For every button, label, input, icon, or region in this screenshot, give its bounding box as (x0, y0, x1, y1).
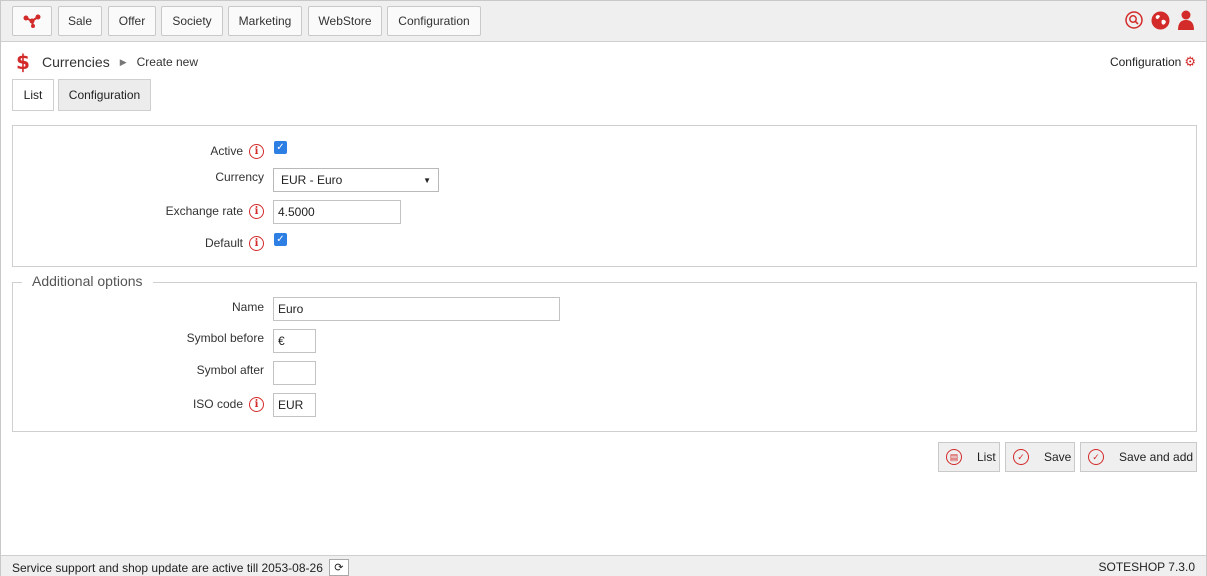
home-logo-button[interactable] (12, 6, 52, 36)
info-icon[interactable]: i (249, 203, 264, 219)
nav-marketing[interactable]: Marketing (228, 6, 302, 36)
symbol-before-label: Symbol before (186, 331, 264, 345)
currency-label: Currency (215, 170, 264, 184)
gear-icon: ⚙ (1184, 54, 1196, 69)
iso-code-label: ISO code (192, 397, 243, 411)
check-icon: ✓ (1088, 449, 1104, 465)
symbol-after-label: Symbol after (196, 363, 264, 377)
nav-offer[interactable]: Offer (108, 6, 156, 36)
page-title[interactable]: Currencies (42, 54, 110, 70)
additional-options-legend: Additional options (22, 273, 153, 289)
active-checkbox[interactable]: ✓ (274, 141, 287, 154)
save-button[interactable]: ✓ Save (1005, 442, 1075, 472)
status-footer: Service support and shop update are acti… (1, 555, 1206, 576)
active-label: Active (210, 144, 243, 158)
top-right-icons (1124, 9, 1196, 31)
globe-icon[interactable] (1150, 9, 1170, 31)
symbol-after-input[interactable] (273, 361, 316, 385)
check-icon: ✓ (1013, 449, 1029, 465)
footer-status: Service support and shop update are acti… (12, 559, 349, 576)
info-icon[interactable]: i (249, 235, 264, 251)
symbol-before-input[interactable]: € (273, 329, 316, 353)
save-button-label: Save (1044, 450, 1072, 464)
currency-select-value: EUR - Euro (281, 173, 343, 187)
nav-society[interactable]: Society (161, 6, 223, 36)
iso-code-label-row: ISO code i (101, 395, 264, 413)
page-subtitle: Create new (136, 55, 198, 69)
active-label-row: Active i (101, 142, 264, 160)
info-icon[interactable]: i (249, 396, 264, 412)
user-icon[interactable] (1176, 9, 1196, 31)
top-navbar: Sale Offer Society Marketing WebStore Co… (1, 1, 1206, 42)
iso-code-input[interactable]: EUR (273, 393, 316, 417)
list-button[interactable]: ▤ List (938, 442, 1000, 472)
chevron-down-icon: ▼ (423, 175, 431, 185)
refresh-icon[interactable]: ⟳ (328, 559, 349, 576)
nav-webstore[interactable]: WebStore (308, 6, 382, 36)
search-icon[interactable] (1124, 9, 1144, 31)
symbol-before-label-row: Symbol before (101, 329, 264, 347)
default-checkbox[interactable]: ✓ (274, 233, 287, 246)
breadcrumb: $ Currencies ▶ Create new (16, 50, 198, 74)
exchange-rate-input[interactable]: 4.5000 (273, 200, 401, 224)
currency-label-row: Currency (101, 168, 264, 186)
default-label-row: Default i (101, 234, 264, 252)
tab-configuration[interactable]: Configuration (58, 79, 151, 111)
info-icon[interactable]: i (249, 143, 264, 159)
exchange-rate-label-row: Exchange rate i (101, 202, 264, 220)
name-input[interactable]: Euro (273, 297, 560, 321)
breadcrumb-arrow-icon: ▶ (119, 56, 127, 67)
nav-configuration[interactable]: Configuration (387, 6, 481, 36)
dollar-icon: $ (16, 50, 30, 74)
nav-sale[interactable]: Sale (58, 6, 102, 36)
list-icon: ▤ (946, 449, 962, 465)
service-status-text: Service support and shop update are acti… (12, 560, 323, 575)
configuration-link-label: Configuration (1109, 55, 1182, 69)
symbol-after-label-row: Symbol after (101, 361, 264, 379)
name-label: Name (231, 300, 264, 314)
version-text: SOTESHOP 7.3.0 (1098, 560, 1196, 574)
save-and-add-button[interactable]: ✓ Save and add (1080, 442, 1197, 472)
network-logo-icon (23, 14, 41, 28)
exchange-rate-label: Exchange rate (165, 204, 243, 218)
currency-select[interactable]: EUR - Euro ▼ (273, 168, 439, 192)
default-label: Default (204, 236, 243, 250)
list-button-label: List (977, 450, 996, 464)
tab-list[interactable]: List (12, 79, 54, 111)
name-label-row: Name (101, 298, 264, 316)
configuration-link[interactable]: Configuration ⚙ (1110, 54, 1196, 70)
save-and-add-button-label: Save and add (1119, 450, 1194, 464)
